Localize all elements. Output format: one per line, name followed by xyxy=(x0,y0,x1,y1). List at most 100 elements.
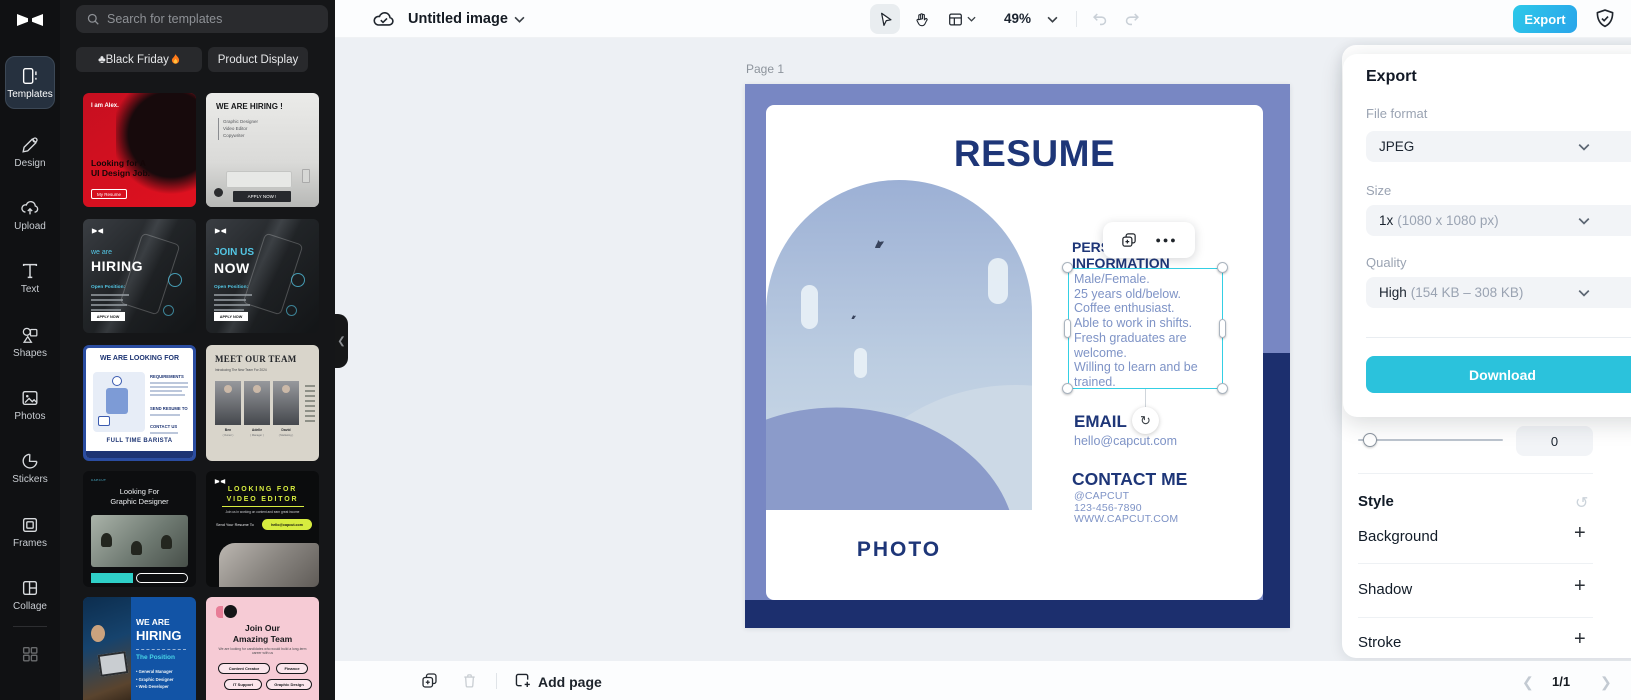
add-page-icon[interactable] xyxy=(513,671,532,690)
next-page-icon[interactable]: ❯ xyxy=(1600,674,1612,691)
contact-details[interactable]: @CAPCUT 123-456-7890 WWW.CAPCUT.COM xyxy=(1074,490,1178,526)
sidebar-item-shapes[interactable]: Shapes xyxy=(0,320,60,364)
logo-shape xyxy=(224,605,237,618)
sidebar-item-frames[interactable]: Frames xyxy=(0,510,60,554)
duplicate-page-icon[interactable] xyxy=(420,671,439,690)
template-join-us-now[interactable]: JOIN US NOW Open Position: APPLY NOW xyxy=(206,219,319,333)
resize-handle-e[interactable] xyxy=(1219,319,1226,338)
rail-divider xyxy=(13,626,47,627)
member-head xyxy=(224,385,232,393)
template-video-editor[interactable]: LOOKING FOR VIDEO EDITOR Join us in work… xyxy=(206,471,319,587)
photo-placeholder-label[interactable]: PHOTO xyxy=(766,538,1032,562)
apps-icon[interactable] xyxy=(20,644,40,664)
undo-icon[interactable] xyxy=(1090,9,1110,29)
style-reset-icon[interactable]: ↺ xyxy=(1575,493,1588,513)
sidebar-item-design[interactable]: Design xyxy=(0,130,60,174)
template-hiring-keyboard[interactable]: WE ARE HIRING ! Graphic Designer Video E… xyxy=(206,93,319,207)
template-footer: FULL TIME BARISTA xyxy=(106,438,173,444)
templates-icon xyxy=(22,67,37,84)
cloud-shape xyxy=(801,285,818,329)
chip-product-display[interactable]: Product Display xyxy=(208,47,308,72)
document-title[interactable]: Untitled image xyxy=(408,11,508,27)
text-line xyxy=(305,390,315,392)
zoom-chevron-down-icon[interactable] xyxy=(1047,16,1058,23)
title-chevron-down-icon[interactable] xyxy=(514,16,525,23)
template-amazing-team[interactable]: Join Our Amazing Team We are looking for… xyxy=(206,597,319,700)
sidebar-item-text[interactable]: Text xyxy=(0,256,60,300)
template-title: MEET OUR TEAM xyxy=(215,354,297,364)
template-heading: SEND RESUME TO xyxy=(150,406,188,411)
chat-bubble xyxy=(286,305,297,316)
resize-handle-ne[interactable] xyxy=(1217,262,1228,273)
chat-bubble xyxy=(168,273,182,287)
template-meet-our-team[interactable]: MEET OUR TEAM Introducing The New Team F… xyxy=(206,345,319,461)
resize-handle-sw[interactable] xyxy=(1062,383,1073,394)
add-page-label[interactable]: Add page xyxy=(538,674,602,690)
template-subtitle: Open Position: xyxy=(91,285,126,290)
duplicate-icon[interactable] xyxy=(1120,231,1138,249)
email-heading[interactable]: EMAIL xyxy=(1074,412,1127,432)
template-we-are-hiring-dark[interactable]: we are HIRING Open Position: APPLY NOW xyxy=(83,219,196,333)
file-format-select[interactable]: JPEG xyxy=(1366,131,1631,162)
add-stroke-button[interactable]: + xyxy=(1574,628,1586,651)
search-input[interactable] xyxy=(107,12,307,26)
style-section-label: Style xyxy=(1358,493,1394,510)
template-ui-design-job[interactable]: I am Alex. Looking for A UI Design Job. … xyxy=(83,93,196,207)
size-select[interactable]: 1x (1080 x 1080 px) xyxy=(1366,205,1631,236)
rotate-handle[interactable]: ↻ xyxy=(1132,407,1159,434)
redo-icon[interactable] xyxy=(1122,9,1142,29)
hand-tool-button[interactable] xyxy=(906,4,936,34)
email-value[interactable]: hello@capcut.com xyxy=(1074,434,1177,448)
selection-box[interactable] xyxy=(1068,268,1223,389)
template-title: LOOKING FOR xyxy=(227,486,298,493)
add-background-button[interactable]: + xyxy=(1574,522,1586,545)
more-options-icon[interactable]: ●●● xyxy=(1155,235,1177,245)
contact-heading[interactable]: CONTACT ME xyxy=(1072,469,1187,490)
layout-icon xyxy=(948,12,962,26)
stroke-row-label[interactable]: Stroke xyxy=(1358,634,1401,651)
shadow-row-label[interactable]: Shadow xyxy=(1358,581,1412,598)
app-window: Templates Design Upload Text Shapes Phot… xyxy=(0,0,1631,700)
select-tool-button[interactable] xyxy=(870,4,900,34)
opacity-value-field[interactable]: 0 xyxy=(1516,426,1593,456)
shield-check-icon[interactable] xyxy=(1593,7,1617,31)
prev-page-icon[interactable]: ❮ xyxy=(1522,674,1534,691)
text-line xyxy=(150,390,182,392)
template-graphic-designer[interactable]: CAPCUT Looking For Graphic Designer xyxy=(83,471,196,587)
layout-tool-button[interactable] xyxy=(941,4,981,34)
flame-icon xyxy=(171,54,180,64)
template-search[interactable] xyxy=(76,5,328,33)
resize-handle-se[interactable] xyxy=(1217,383,1228,394)
template-hiring-position[interactable]: WE ARE HIRING The Position • General Man… xyxy=(83,597,196,700)
chip-black-friday[interactable]: ♣Black Friday xyxy=(76,47,202,72)
template-subtitle: We are looking for candidates who would … xyxy=(218,647,307,655)
add-shadow-button[interactable]: + xyxy=(1574,575,1586,598)
opacity-slider-track[interactable] xyxy=(1358,439,1503,441)
template-title: HIRING xyxy=(91,258,143,274)
sidebar-item-templates[interactable]: Templates xyxy=(5,56,55,109)
sidebar-item-upload[interactable]: Upload xyxy=(0,193,60,237)
sidebar-item-collage[interactable]: Collage xyxy=(0,573,60,617)
template-barista[interactable]: WE ARE LOOKING FOR REQUIREMENTS SEND RES… xyxy=(83,345,196,461)
resize-handle-w[interactable] xyxy=(1064,319,1071,338)
export-button[interactable]: Export xyxy=(1513,5,1577,33)
resize-handle-nw[interactable] xyxy=(1062,262,1073,273)
quality-select[interactable]: High (154 KB – 308 KB) xyxy=(1366,277,1631,308)
team-photo xyxy=(219,543,319,587)
background-row-label[interactable]: Background xyxy=(1358,528,1438,545)
download-button[interactable]: Download xyxy=(1366,356,1631,393)
arch-illustration[interactable] xyxy=(766,180,1032,510)
sidebar-item-stickers[interactable]: Stickers xyxy=(0,446,60,490)
zoom-level[interactable]: 49% xyxy=(1004,11,1031,26)
template-title: WE ARE HIRING ! xyxy=(216,102,283,111)
size-detail: (1080 x 1080 px) xyxy=(1397,213,1499,228)
phone xyxy=(302,169,310,183)
poster-title[interactable]: RESUME xyxy=(766,133,1263,175)
opacity-slider-thumb[interactable] xyxy=(1363,433,1377,447)
sidebar-item-label: Design xyxy=(14,158,46,169)
panel-collapse-handle[interactable]: ❮ xyxy=(335,314,348,368)
quality-label: Quality xyxy=(1366,255,1407,270)
sidebar-item-photos[interactable]: Photos xyxy=(0,383,60,427)
capcut-logo[interactable] xyxy=(15,9,45,31)
delete-page-icon[interactable] xyxy=(460,671,479,690)
